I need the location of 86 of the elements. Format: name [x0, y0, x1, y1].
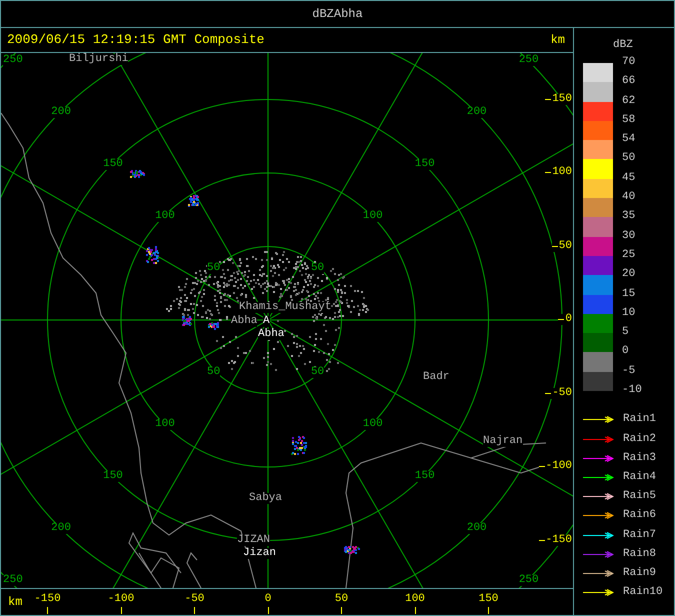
scale-label: 70 [622, 57, 636, 70]
range-ring-label: 100 [362, 418, 383, 430]
y-axis-label: 100 [552, 167, 573, 178]
scale-label: 25 [622, 250, 636, 263]
track-label: Rain1 [623, 414, 656, 426]
place-label: Abha [231, 316, 258, 327]
range-ring-label: 200 [51, 107, 71, 118]
range-ring-label: 100 [155, 211, 175, 222]
track-label: Rain10 [623, 587, 663, 598]
range-ring-label: 150 [103, 159, 123, 170]
arrow-icon [583, 532, 614, 539]
track-label: Rain8 [623, 548, 656, 560]
legend-title: dBZ [613, 40, 634, 51]
scale-label: 58 [622, 114, 636, 128]
track-label: Rain3 [623, 452, 656, 464]
arrow-icon [583, 474, 614, 481]
track-label: Rain5 [623, 491, 656, 502]
range-ring-label: 50 [310, 366, 324, 378]
scale-label: 0 [622, 346, 630, 360]
x-axis-label: -100 [108, 594, 134, 605]
track-label: Rain9 [623, 568, 656, 579]
arrow-icon [583, 512, 614, 520]
y-axis-label: 50 [558, 240, 573, 252]
scale-label: 20 [622, 269, 636, 282]
arrow-icon [583, 436, 614, 443]
scale-label: 66 [622, 76, 636, 90]
x-axis-label: 150 [478, 594, 498, 605]
place-label: JIZAN [237, 535, 270, 546]
x-axis-label: 50 [334, 594, 348, 605]
arrow-icon [583, 493, 614, 500]
range-ring-label: 50 [207, 366, 220, 378]
arrow-icon [583, 454, 614, 462]
range-ring-label: 150 [103, 470, 123, 482]
y-axis-label: -50 [552, 388, 573, 398]
x-axis-label: -50 [184, 594, 204, 605]
range-ring-label: 100 [362, 211, 383, 222]
station-label: Jizan [243, 548, 276, 559]
range-ring-label: 250 [518, 574, 539, 586]
arrow-icon [583, 416, 614, 424]
scale-label: 54 [622, 134, 636, 148]
scale-label: 10 [622, 308, 636, 321]
scale-label: 15 [622, 288, 636, 302]
scale-label: 30 [622, 230, 636, 244]
y-axis-unit: km [550, 32, 565, 49]
track-label: Rain2 [623, 434, 656, 445]
arrow-icon [583, 570, 614, 577]
range-ring-label: 250 [3, 574, 23, 586]
range-ring-label: 50 [310, 263, 324, 274]
scale-label: 40 [622, 192, 636, 206]
scale-label: 45 [622, 172, 636, 186]
scale-label: -10 [622, 385, 642, 398]
scale-label: 62 [622, 96, 636, 109]
arrow-icon [583, 550, 614, 558]
place-label: Biljurshi [69, 54, 128, 65]
place-label: Sabya [249, 493, 282, 504]
range-ring-label: 150 [414, 159, 435, 170]
timestamp-title: 2009/06/15 12:19:15 GMT Composite [7, 31, 264, 50]
range-ring-label: 50 [207, 263, 220, 274]
arrow-icon [583, 589, 614, 596]
y-axis-label: -100 [546, 461, 573, 472]
place-label: Najran [483, 436, 523, 447]
scale-label: 50 [622, 153, 636, 166]
x-axis-label: 100 [405, 594, 425, 605]
x-axis-label: -150 [34, 594, 61, 605]
track-label: Rain7 [623, 530, 656, 541]
track-label: Rain4 [623, 472, 656, 483]
scale-label: -5 [622, 366, 636, 379]
window-title: dBZAbha [312, 6, 363, 23]
scale-label: 35 [622, 211, 636, 224]
place-label: Khamis_Mushayt [239, 302, 332, 313]
x-axis-unit: km [8, 596, 22, 608]
y-axis-label: 150 [552, 94, 573, 104]
track-label: Rain6 [623, 510, 656, 522]
station-label: Abha [258, 329, 284, 340]
x-axis-label: 0 [264, 594, 272, 605]
range-ring-label: 100 [155, 418, 175, 430]
y-axis-label: -150 [546, 534, 573, 546]
scale-label: 5 [622, 327, 630, 340]
range-ring-label: 250 [518, 55, 539, 66]
range-ring-label: 200 [51, 522, 71, 534]
range-ring-label: 150 [414, 470, 435, 482]
range-ring-label: 200 [466, 107, 487, 118]
range-ring-label: 250 [3, 55, 23, 66]
range-ring-label: 200 [466, 522, 487, 534]
station-label: A [263, 316, 270, 327]
y-axis-label: 0 [565, 314, 573, 325]
